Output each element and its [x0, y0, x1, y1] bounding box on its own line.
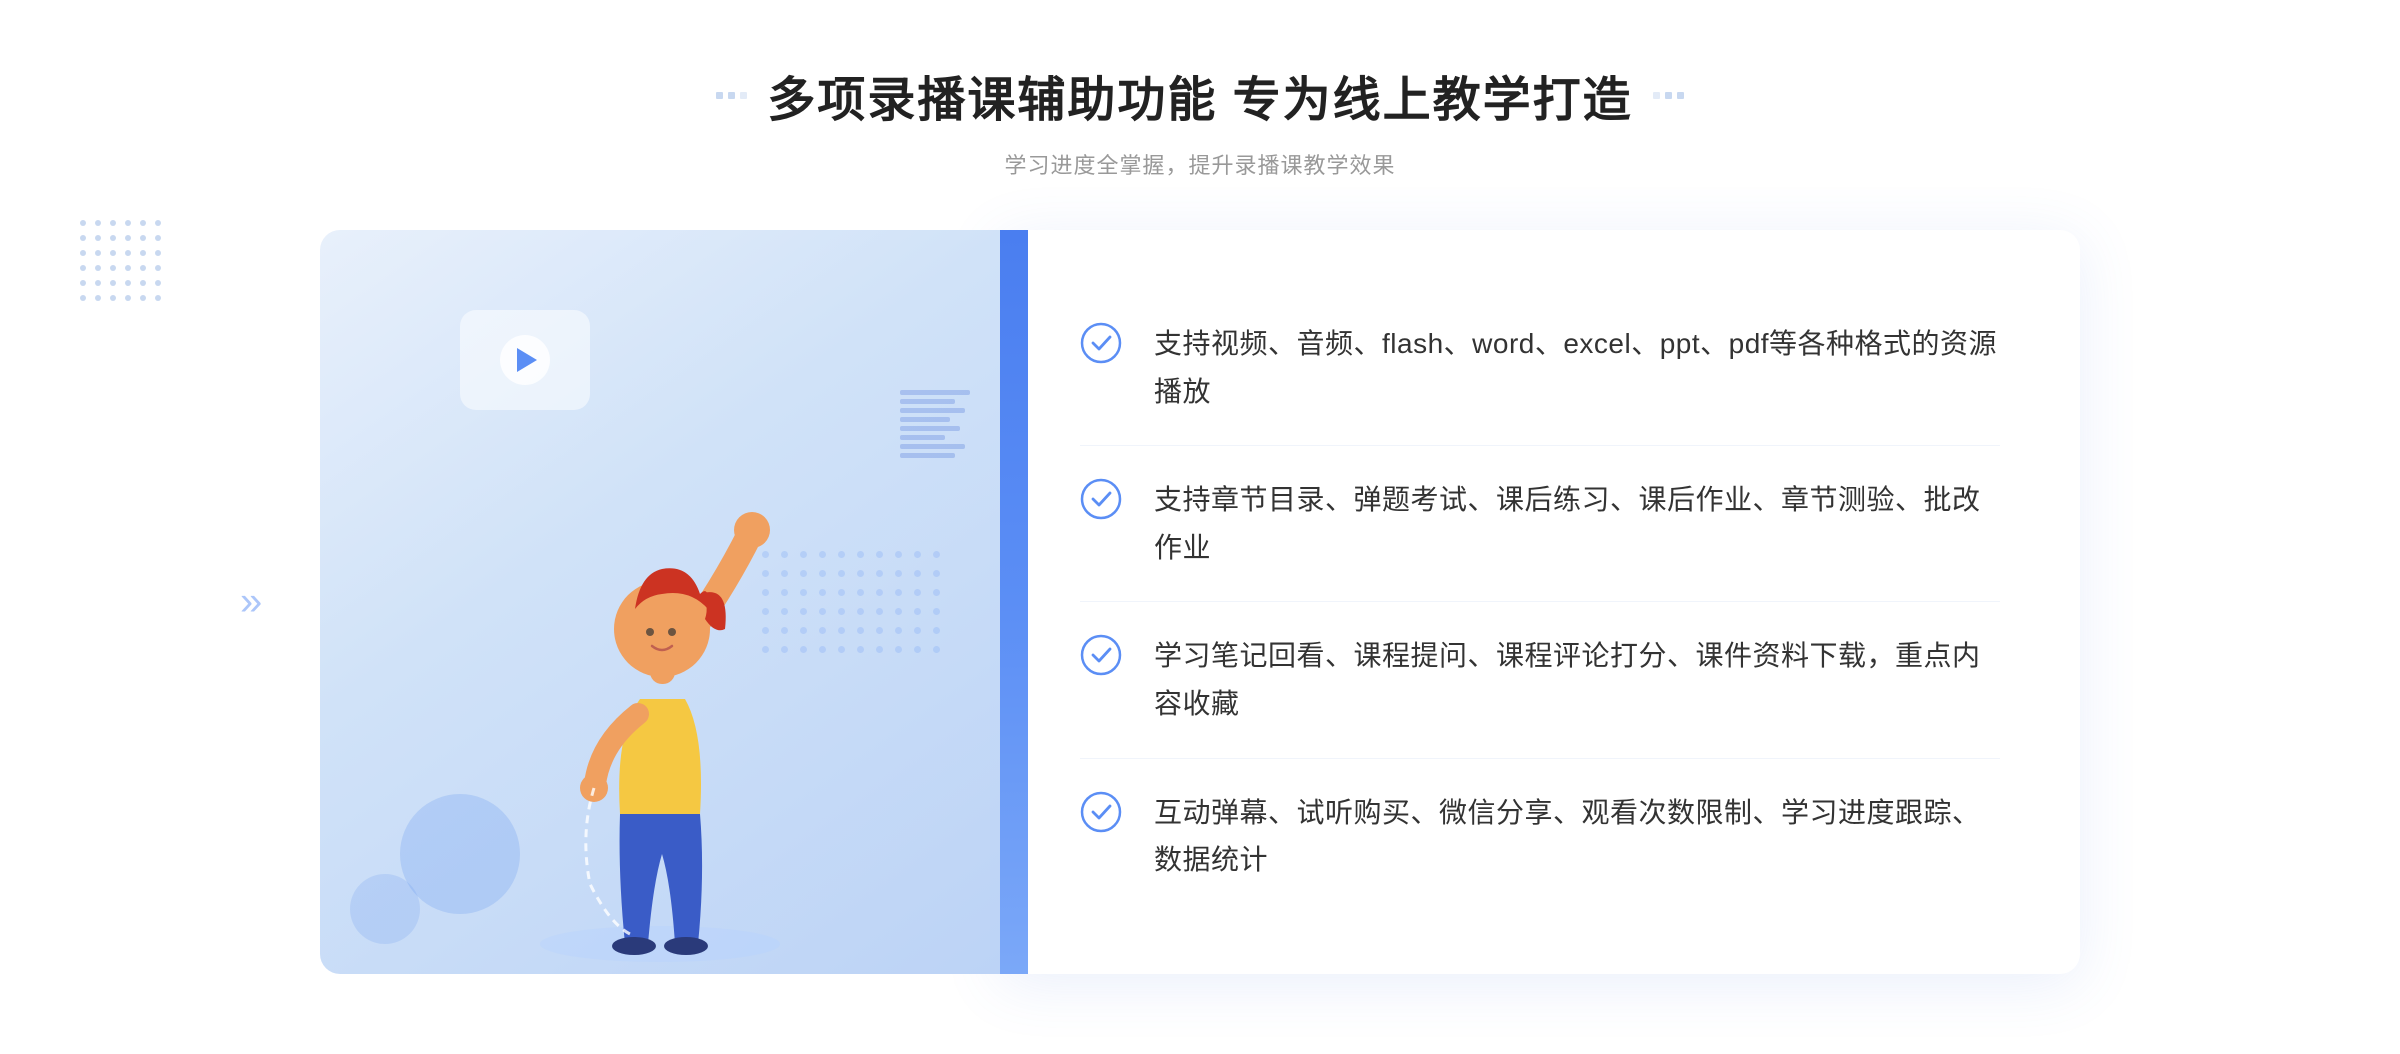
deco-lines [900, 390, 970, 458]
illustration-side [320, 230, 1000, 974]
page-wrapper: 多项录播课辅助功能 专为线上教学打造 学习进度全掌握，提升录播课教学效果 » [0, 0, 2400, 1054]
content-area: » [320, 230, 2080, 974]
check-icon-3 [1080, 634, 1122, 676]
deco-circle-2 [350, 874, 420, 944]
title-decorator-right [1653, 92, 1684, 99]
person-illustration [490, 454, 830, 974]
play-icon [500, 335, 550, 385]
feature-text-4: 互动弹幕、试听购买、微信分享、观看次数限制、学习进度跟踪、数据统计 [1154, 789, 2000, 884]
title-decorator-left [716, 92, 747, 99]
check-icon-2 [1080, 478, 1122, 520]
feature-item-1: 支持视频、音频、flash、word、excel、ppt、pdf等各种格式的资源… [1080, 290, 2000, 446]
feature-item-3: 学习笔记回看、课程提问、课程评论打分、课件资料下载，重点内容收藏 [1080, 602, 2000, 758]
feature-item-4: 互动弹幕、试听购买、微信分享、观看次数限制、学习进度跟踪、数据统计 [1080, 759, 2000, 914]
check-icon-4 [1080, 791, 1122, 833]
header-section: 多项录播课辅助功能 专为线上教学打造 学习进度全掌握，提升录播课教学效果 [716, 60, 1683, 180]
chat-bubble [460, 310, 590, 410]
feature-text-2: 支持章节目录、弹题考试、课后练习、课后作业、章节测验、批改作业 [1154, 476, 2000, 571]
blue-vertical-bar [1000, 230, 1028, 974]
subtitle: 学习进度全掌握，提升录播课教学效果 [716, 148, 1683, 180]
feature-text-1: 支持视频、音频、flash、word、excel、ppt、pdf等各种格式的资源… [1154, 320, 2000, 415]
main-title: 多项录播课辅助功能 专为线上教学打造 [767, 60, 1632, 130]
check-icon-1 [1080, 322, 1122, 364]
play-triangle [517, 348, 537, 372]
feature-item-2: 支持章节目录、弹题考试、课后练习、课后作业、章节测验、批改作业 [1080, 446, 2000, 602]
header-title-row: 多项录播课辅助功能 专为线上教学打造 [716, 60, 1683, 130]
feature-text-3: 学习笔记回看、课程提问、课程评论打分、课件资料下载，重点内容收藏 [1154, 632, 2000, 727]
features-side: 支持视频、音频、flash、word、excel、ppt、pdf等各种格式的资源… [1000, 230, 2080, 974]
dot-pattern-left [80, 220, 161, 301]
left-arrow-decoration: » [240, 579, 262, 624]
